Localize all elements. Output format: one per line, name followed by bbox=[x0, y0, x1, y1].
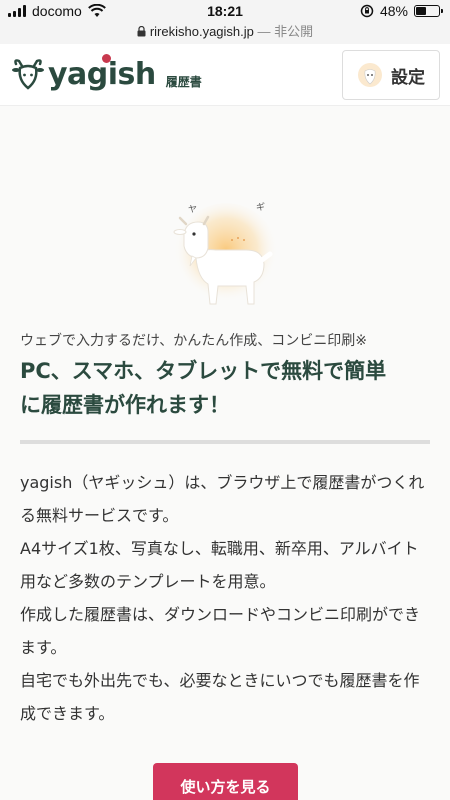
page-title: PC、スマホ、タブレットで無料で簡単 に履歴書が作れます！ bbox=[20, 354, 440, 422]
url-private-label: — 非公開 bbox=[257, 24, 314, 39]
status-bar: docomo 18:21 48% bbox=[0, 0, 450, 22]
description-paragraph: yagish（ヤギッシュ）は、ブラウザ上で履歴書がつくれる無料サービスです。 bbox=[20, 473, 425, 525]
description-paragraph: 作成した履歴書は、ダウンロードやコンビニ印刷ができます。 bbox=[20, 605, 421, 657]
goat-illustration: ヤ ギ bbox=[173, 202, 278, 307]
tagline: ウェブで入力するだけ、かんたん作成、コンビニ印刷※ bbox=[20, 333, 368, 349]
logo[interactable]: yagish 履歴書 bbox=[10, 54, 202, 92]
description-paragraph: A4サイズ1枚、写真なし、転職用、新卒用、アルバイト用など多数のテンプレートを用… bbox=[20, 539, 419, 591]
how-to-use-button[interactable]: 使い方を見る bbox=[153, 763, 298, 800]
logo-text: yagish bbox=[48, 54, 156, 92]
page-title-line-2: に履歴書が作れます！ bbox=[20, 393, 230, 417]
lock-icon bbox=[137, 26, 146, 37]
app-header: yagish 履歴書 設定 bbox=[0, 44, 450, 106]
logo-subtitle: 履歴書 bbox=[165, 75, 202, 89]
goat-label-ya: ヤ bbox=[188, 205, 197, 215]
rotation-lock-icon bbox=[360, 4, 374, 18]
goat-avatar-icon bbox=[358, 63, 382, 87]
status-right: 48% bbox=[360, 3, 443, 19]
logo-wordmark: yagish bbox=[48, 57, 156, 92]
battery-fill bbox=[416, 7, 427, 15]
goat-logo-icon bbox=[12, 59, 44, 90]
url-domain: rirekisho.yagish.jp bbox=[149, 24, 254, 39]
battery-icon bbox=[414, 5, 443, 17]
battery-percent: 48% bbox=[379, 3, 408, 19]
settings-label: 設定 bbox=[391, 67, 425, 88]
description: yagish（ヤギッシュ）は、ブラウザ上で履歴書がつくれる無料サービスです。 A… bbox=[20, 466, 432, 730]
berry-icon bbox=[102, 54, 111, 63]
goat-label-gi: ギ bbox=[256, 202, 265, 213]
divider bbox=[20, 440, 430, 444]
url-bar[interactable]: rirekisho.yagish.jp — 非公開 bbox=[0, 22, 450, 44]
settings-button[interactable]: 設定 bbox=[342, 50, 440, 100]
page-title-line-1: PC、スマホ、タブレットで無料で簡単 bbox=[20, 359, 387, 383]
description-paragraph: 自宅でも外出先でも、必要なときにいつでも履歴書を作成できます。 bbox=[20, 671, 420, 723]
